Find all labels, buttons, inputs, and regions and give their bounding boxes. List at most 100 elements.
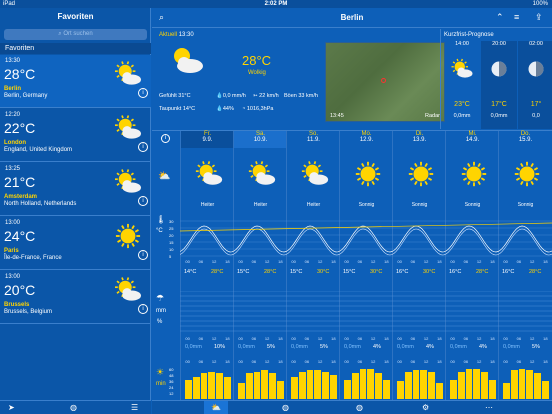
location-city: Amsterdam bbox=[4, 194, 38, 200]
sun-axis-tick: 24 bbox=[169, 385, 174, 390]
location-temperature: 20°C bbox=[4, 282, 36, 298]
precipitation-chart bbox=[180, 291, 552, 332]
moon-icon bbox=[491, 61, 507, 77]
sunshine-bar bbox=[534, 373, 542, 399]
rain-rate: 0,0 mm/h bbox=[222, 93, 246, 99]
status-bar: iPad 2:02 PM 100% bbox=[0, 0, 552, 8]
hour-tick: 00 bbox=[397, 359, 402, 364]
moon-icon bbox=[528, 61, 544, 77]
location-marker bbox=[381, 78, 386, 83]
wind-speed: 22 km/h bbox=[259, 93, 279, 99]
forecast-day-column[interactable]: Fr. 9.9. Heiter 14°C 28°C 0,0mm 10% 00 06 12 18 00 0… bbox=[180, 131, 234, 401]
location-arrow-icon[interactable]: ➤ bbox=[8, 403, 15, 412]
sun-icon bbox=[461, 161, 487, 187]
info-icon[interactable]: i bbox=[138, 250, 148, 260]
sunshine-bars bbox=[291, 367, 337, 399]
hour-tick: 12 bbox=[264, 359, 270, 364]
dew-point: Taupunkt 14°C bbox=[159, 106, 196, 112]
forecast-day-column[interactable]: Mi. 14.9. Sonnig 16°C 28°C 0,0mm 4% 00 06 12 18 00 0… bbox=[445, 131, 498, 401]
location-item[interactable]: 13:30 28°C Berlin Berlin, Germany i bbox=[0, 55, 151, 108]
short-term-time: 14:00 bbox=[455, 41, 469, 47]
info-icon[interactable]: i bbox=[138, 304, 148, 314]
info-icon[interactable]: i bbox=[138, 142, 148, 152]
hour-tick: 18 bbox=[543, 359, 548, 364]
hour-ticks: 00 06 12 18 bbox=[234, 359, 287, 364]
info-icon[interactable]: i bbox=[138, 196, 148, 206]
forecast-day-column[interactable]: Di. 13.9. Sonnig 16°C 30°C 0,0mm 4% 00 06 12 18 00 0… bbox=[392, 131, 445, 401]
day-low: 15°C bbox=[343, 269, 356, 275]
sun-cloud-icon bbox=[115, 169, 141, 193]
day-date: 13.9. bbox=[412, 137, 427, 143]
hour-tick: 18 bbox=[331, 359, 336, 364]
tab-more[interactable]: ⋯ bbox=[485, 403, 493, 412]
search-input[interactable]: ⌕ Ort suchen bbox=[4, 29, 147, 40]
short-term-precip: 0,0 bbox=[532, 113, 540, 119]
current-time: 13:30 bbox=[178, 32, 194, 38]
sun-cloud-icon: ⛅ bbox=[158, 171, 171, 182]
bottom-nav: ⛅ ◍ ◍ ⚙ ⋯ bbox=[152, 400, 552, 414]
status-time: 2:02 PM bbox=[264, 1, 288, 7]
forecast-day-column[interactable]: Mo. 12.9. Sonnig 15°C 30°C 0,0mm 4% 00 06 12 18 00 0… bbox=[339, 131, 392, 401]
sunshine-bar bbox=[436, 383, 443, 399]
day-rain: 0,0mm bbox=[291, 344, 308, 350]
current-label: Aktuell bbox=[159, 32, 178, 38]
hour-tick: 12 bbox=[211, 359, 217, 364]
location-item[interactable]: 12:20 22°C London England, United Kingdom i bbox=[0, 109, 151, 162]
hour-tick: 06 bbox=[198, 359, 204, 364]
info-icon[interactable]: i bbox=[161, 134, 170, 143]
location-item[interactable]: 13:25 21°C Amsterdam North Holland, Netherl… bbox=[0, 163, 151, 216]
hour-tick: 18 bbox=[437, 359, 442, 364]
percent-unit: % bbox=[157, 319, 163, 325]
tab-settings[interactable]: ⚙ bbox=[422, 403, 429, 412]
tab-forecast[interactable]: ⛅ bbox=[204, 401, 228, 414]
sidebar: Favoriten ⌕ Ort suchen Favoriten 13:30 28… bbox=[0, 8, 151, 414]
sun-icon bbox=[514, 161, 540, 187]
location-region: Berlin, Germany bbox=[4, 93, 48, 99]
collapse-icon[interactable]: ⌃ bbox=[496, 12, 504, 23]
short-term-column: 02:00 17° 0,0 bbox=[518, 41, 552, 129]
day-condition: Sonnig bbox=[358, 202, 375, 208]
location-city: Brussels bbox=[4, 302, 30, 308]
umbrella-icon: ☂ bbox=[156, 293, 165, 303]
forecast-day-column[interactable]: So. 11.9. Heiter 15°C 30°C 0,0mm 5% 00 06 12 18 00 0… bbox=[286, 131, 339, 401]
short-term-temp: 17° bbox=[530, 101, 542, 108]
sunshine-bar bbox=[420, 370, 428, 399]
location-temperature: 22°C bbox=[4, 120, 36, 136]
location-city: Paris bbox=[4, 248, 19, 254]
hour-ticks: 00 06 12 18 bbox=[181, 359, 234, 364]
location-item[interactable]: 13:00 24°C Paris Île-de-France, France i bbox=[0, 217, 151, 270]
hour-tick: 06 bbox=[410, 359, 416, 364]
sunshine-bar bbox=[200, 373, 208, 399]
short-term-column: 14:00 23°C 0,0mm bbox=[444, 41, 480, 129]
sunshine-bar bbox=[291, 376, 298, 399]
forecast-day-column[interactable]: Sa. 10.9. Heiter 15°C 28°C 0,0mm 5% 00 06 12 18 00 0… bbox=[233, 131, 287, 401]
sort-icon[interactable]: ☰ bbox=[131, 403, 138, 412]
sunshine-bar bbox=[450, 379, 457, 399]
day-condition: Sonnig bbox=[464, 202, 481, 208]
day-low: 16°C bbox=[449, 269, 462, 275]
temp-axis-tick: 20 bbox=[169, 233, 174, 238]
hour-tick: 00 bbox=[450, 359, 455, 364]
sun-cloud-icon bbox=[195, 161, 223, 185]
hour-tick: 18 bbox=[490, 359, 495, 364]
sunshine-bars bbox=[450, 367, 496, 399]
hour-tick: 18 bbox=[384, 359, 389, 364]
sunshine-bar bbox=[359, 368, 367, 399]
day-condition: Heiter bbox=[253, 202, 268, 208]
tab-radar[interactable]: ◍ bbox=[282, 403, 289, 412]
forecast-day-column[interactable]: Do. 15.9. Sonnig 16°C 28°C 0,0mm 5% 00 06 12 18 00 0… bbox=[498, 131, 551, 401]
info-icon[interactable]: i bbox=[138, 88, 148, 98]
location-temperature: 21°C bbox=[4, 174, 36, 190]
share-icon[interactable]: ⇪ bbox=[535, 12, 543, 23]
location-region: Île-de-France, France bbox=[4, 255, 62, 261]
settings-sliders-icon[interactable]: ≡ bbox=[514, 12, 519, 22]
location-item[interactable]: 13:00 20°C Brussels Brussels, Belgium i bbox=[0, 271, 151, 324]
tab-globe[interactable]: ◍ bbox=[356, 403, 363, 412]
radar-map[interactable]: 13:45 Radar bbox=[325, 42, 445, 122]
short-term-title: Kurzfrist-Prognose bbox=[444, 32, 494, 38]
hour-tick: 18 bbox=[278, 359, 283, 364]
globe-icon[interactable]: ◍ bbox=[70, 403, 77, 412]
hour-tick: 12 bbox=[529, 359, 535, 364]
humidity: 44% bbox=[222, 106, 234, 112]
sunshine-bar bbox=[238, 383, 245, 399]
